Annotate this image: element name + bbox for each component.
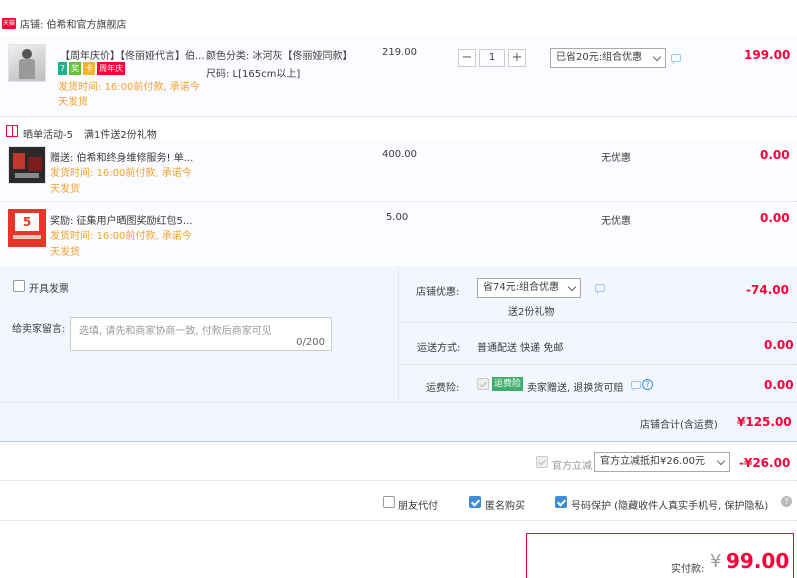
- sku-color: 颜色分类: 冰河灰【佟丽娅同款】: [206, 51, 353, 62]
- divider: [0, 520, 797, 521]
- product-title[interactable]: 【周年庆价】【佟丽娅代言】伯...: [60, 47, 205, 62]
- item-subtotal: 199.00: [744, 48, 791, 62]
- shipping-amount: 0.00: [764, 338, 794, 352]
- chevron-down-icon: [716, 456, 726, 466]
- product-tags: 7 奖 卡 周年庆: [58, 62, 127, 75]
- insurance-label: 运费险:: [426, 383, 460, 394]
- tag-reward: 奖: [69, 62, 82, 75]
- gift-thumbnail[interactable]: 5: [8, 209, 46, 247]
- anonymous-checkbox[interactable]: [469, 496, 481, 508]
- unit-price: 219.00: [382, 47, 417, 58]
- official-discount-checkbox: [536, 456, 548, 468]
- message-label: 给卖家留言:: [12, 324, 66, 335]
- item-discount-value: 已省20元:组合优惠: [556, 52, 643, 63]
- payment-amount: 99.00: [726, 549, 790, 573]
- tag-card: 卡: [83, 62, 96, 75]
- invoice-label: 开具发票: [29, 284, 69, 295]
- gift-activity-desc: 满1件送2份礼物: [84, 130, 157, 141]
- shop-header: 天猫 店铺: 伯希和官方旗舰店: [0, 12, 127, 34]
- gift-subtotal: 0.00: [760, 211, 790, 225]
- insurance-amount: 0.00: [764, 378, 794, 392]
- shop-total-amount: ¥125.00: [737, 415, 792, 429]
- number-protect-checkbox[interactable]: [555, 496, 567, 508]
- help-icon[interactable]: ?: [781, 496, 792, 507]
- gift-ship-line2: 天发货: [50, 184, 80, 195]
- shipping-value: 普通配送 快递 免邮: [477, 343, 564, 354]
- gift-unit-price: 400.00: [382, 149, 417, 160]
- chat-icon[interactable]: [631, 381, 641, 391]
- invoice-checkbox[interactable]: [13, 280, 25, 292]
- qty-minus-button[interactable]: −: [458, 49, 476, 67]
- sku-size: 尺码: L[165cm以上]: [206, 69, 301, 80]
- shop-total-label: 店铺合计(含运费): [640, 420, 718, 431]
- gift-icon: [6, 125, 18, 137]
- insurance-value: 卖家赠送, 退换货可赔: [527, 383, 624, 394]
- order-item-main: 【周年庆价】【佟丽娅代言】伯... 7 奖 卡 周年庆 发货时间: 16:00前…: [0, 36, 797, 116]
- official-discount-amount: -¥26.00: [739, 456, 791, 470]
- friend-pay-checkbox[interactable]: [383, 496, 395, 508]
- gift-discount: 无优惠: [601, 216, 631, 227]
- shop-discount-label: 店铺优惠:: [416, 287, 460, 298]
- product-thumbnail[interactable]: [8, 44, 46, 82]
- gift-title[interactable]: 赠送: 伯希和终身维修服务! 单...: [50, 149, 193, 164]
- shop-gift-note: 送2份礼物: [508, 307, 555, 318]
- shop-discount-amount: -74.00: [746, 283, 789, 297]
- divider: [0, 480, 797, 481]
- official-discount-select[interactable]: 官方立减抵扣¥26.00元: [594, 452, 730, 472]
- insurance-badge: 运费险: [492, 377, 524, 391]
- payment-currency: ¥: [710, 551, 722, 572]
- message-counter: 0/200: [296, 337, 325, 348]
- gift-ship-line1: 发货时间: 16:00前付款, 承诺今: [50, 231, 192, 242]
- chat-icon[interactable]: [671, 54, 681, 64]
- anonymous-label: 匿名购买: [485, 501, 525, 512]
- quantity-stepper: − 1 +: [458, 49, 526, 67]
- chat-icon[interactable]: [595, 284, 605, 294]
- gift-activity-label: 晒单活动-5: [23, 130, 73, 141]
- divider: [0, 116, 797, 117]
- gift-ship-line1: 发货时间: 16:00前付款, 承诺今: [50, 168, 192, 179]
- gift-title[interactable]: 奖励: 征集用户晒图奖励红包5...: [50, 212, 192, 227]
- official-discount-value: 官方立减抵扣¥26.00元: [600, 456, 705, 467]
- divider: [398, 322, 797, 323]
- message-textarea[interactable]: 选填, 请先和商家协商一致, 付款后商家可见 0/200: [70, 317, 332, 351]
- gift-subtotal: 0.00: [760, 148, 790, 162]
- gift-thumbnail[interactable]: [8, 146, 46, 184]
- ship-time-line2: 天发货: [58, 97, 88, 108]
- qty-input[interactable]: 1: [479, 49, 505, 67]
- friend-pay-label: 朋友代付: [398, 501, 438, 512]
- tmall-badge: 天猫: [2, 17, 16, 29]
- shop-discount-select[interactable]: 省74元:组合优惠: [477, 278, 581, 298]
- item-discount-select[interactable]: 已省20元:组合优惠: [550, 48, 666, 68]
- chevron-down-icon: [567, 282, 577, 292]
- payment-box: 实付款: ¥ 99.00: [526, 533, 794, 578]
- gift-item-repair: 赠送: 伯希和终身维修服务! 单... 发货时间: 16:00前付款, 承诺今 …: [0, 140, 797, 201]
- ship-time-line1: 发货时间: 16:00前付款, 承诺今: [58, 82, 200, 93]
- shop-total-row: 店铺合计(含运费) ¥125.00: [0, 402, 797, 442]
- qty-plus-button[interactable]: +: [508, 49, 526, 67]
- shop-name[interactable]: 店铺: 伯希和官方旗舰店: [20, 16, 127, 31]
- insurance-checkbox: [477, 378, 489, 390]
- gift-unit-price: 5.00: [386, 212, 409, 223]
- number-protect-label: 号码保护 (隐藏收件人真实手机号, 保护隐私): [571, 501, 769, 512]
- tag-anniversary: 周年庆: [97, 62, 126, 75]
- payment-label: 实付款:: [671, 564, 705, 575]
- divider: [398, 364, 797, 365]
- message-placeholder: 选填, 请先和商家协商一致, 付款后商家可见: [79, 326, 272, 337]
- shop-discount-value: 省74元:组合优惠: [483, 282, 560, 293]
- divider: [0, 201, 797, 202]
- help-icon[interactable]: ?: [642, 379, 653, 390]
- gift-ship-line2: 天发货: [50, 247, 80, 258]
- gift-thumb-number: 5: [15, 213, 39, 231]
- gift-discount: 无优惠: [601, 153, 631, 164]
- chevron-down-icon: [652, 52, 662, 62]
- tag-7: 7: [58, 62, 68, 75]
- official-discount-label: 官方立减: [552, 461, 592, 472]
- shipping-label: 运送方式:: [417, 343, 461, 354]
- gift-item-redpacket: 5 奖励: 征集用户晒图奖励红包5... 发货时间: 16:00前付款, 承诺今…: [0, 203, 797, 264]
